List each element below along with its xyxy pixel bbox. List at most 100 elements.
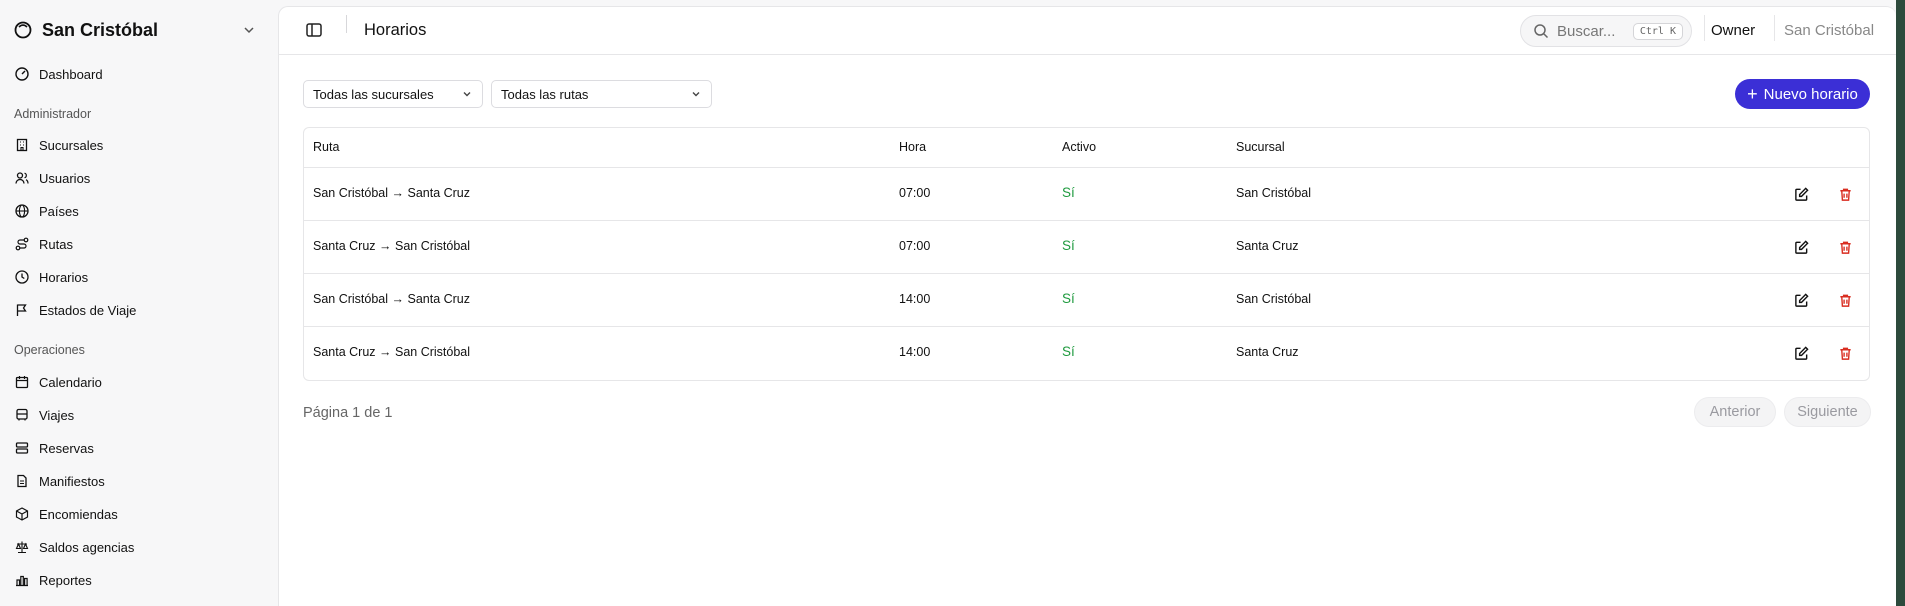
- users-icon: [14, 170, 30, 186]
- edit-icon[interactable]: [1792, 344, 1810, 362]
- sidebar-item-dashboard[interactable]: Dashboard: [14, 62, 264, 86]
- cell-activo: Sí: [1062, 185, 1075, 200]
- previous-page-button[interactable]: Anterior: [1694, 397, 1776, 427]
- sidebar-item-rutas[interactable]: Rutas: [14, 232, 264, 256]
- search-input[interactable]: Buscar... Ctrl K: [1520, 15, 1692, 47]
- bar-chart-icon: [14, 572, 30, 588]
- sidebar-item-paises[interactable]: Países: [14, 199, 264, 223]
- chevron-down-icon: [242, 23, 256, 37]
- top-bar: Horarios Buscar... Ctrl K Owner San Cris…: [279, 7, 1896, 55]
- cell-sucursal: San Cristóbal: [1236, 292, 1312, 306]
- table-header: Ruta Hora Activo Sucursal: [304, 128, 1869, 168]
- sidebar-item-viajes[interactable]: Viajes: [14, 403, 264, 427]
- calendar-icon: [14, 374, 30, 390]
- edit-icon[interactable]: [1792, 238, 1810, 256]
- table-row: San Cristóbal → Santa Cruz 07:00 Sí San …: [304, 168, 1869, 221]
- divider: [1774, 15, 1775, 41]
- cell-ruta: San Cristóbal → Santa Cruz: [313, 292, 471, 306]
- sidebar-item-label: Calendario: [39, 374, 102, 390]
- column-header-hora: Hora: [899, 140, 927, 154]
- sidebar-item-label: Reportes: [39, 572, 92, 588]
- sidebar-item-sucursales[interactable]: Sucursales: [14, 133, 264, 157]
- sidebar-toggle-icon[interactable]: [305, 21, 323, 39]
- sidebar: San Cristóbal Dashboard Administrador Su…: [0, 0, 278, 606]
- package-icon: [14, 506, 30, 522]
- search-placeholder: Buscar...: [1557, 22, 1616, 40]
- sidebar-item-label: Dashboard: [39, 66, 103, 82]
- cell-hora: 14:00: [899, 292, 931, 306]
- route-filter-value: Todas las rutas: [501, 86, 589, 102]
- search-icon: [1533, 23, 1549, 39]
- new-schedule-label: Nuevo horario: [1763, 85, 1858, 103]
- trash-icon[interactable]: [1836, 185, 1854, 203]
- cell-sucursal: San Cristóbal: [1236, 186, 1312, 200]
- section-label-operaciones: Operaciones: [14, 343, 85, 357]
- sidebar-item-label: Encomiendas: [39, 506, 118, 522]
- user-role[interactable]: Owner: [1711, 22, 1755, 39]
- sidebar-item-label: Saldos agencias: [39, 539, 135, 555]
- cell-hora: 14:00: [899, 345, 931, 359]
- sidebar-item-label: Estados de Viaje: [39, 302, 137, 318]
- sidebar-item-estados-de-viaje[interactable]: Estados de Viaje: [14, 298, 264, 322]
- window-edge: [1896, 0, 1905, 606]
- sidebar-item-reportes[interactable]: Reportes: [14, 568, 264, 592]
- column-header-sucursal: Sucursal: [1236, 140, 1285, 154]
- sidebar-item-label: Rutas: [39, 236, 73, 252]
- clock-icon: [14, 269, 30, 285]
- sidebar-item-label: Horarios: [39, 269, 89, 285]
- new-schedule-button[interactable]: + Nuevo horario: [1735, 79, 1870, 109]
- pagination-info: Página 1 de 1: [303, 405, 393, 421]
- table-row: Santa Cruz → San Cristóbal 14:00 Sí Sant…: [304, 327, 1869, 380]
- sidebar-item-encomiendas[interactable]: Encomiendas: [14, 502, 264, 526]
- trash-icon[interactable]: [1836, 291, 1854, 309]
- chevron-down-icon: [461, 88, 473, 100]
- globe-icon: [14, 203, 30, 219]
- divider: [1704, 15, 1705, 41]
- layers-icon: [14, 440, 30, 456]
- cell-sucursal: Santa Cruz: [1236, 239, 1299, 253]
- route-filter-select[interactable]: Todas las rutas: [491, 80, 712, 108]
- cell-hora: 07:00: [899, 239, 931, 253]
- scale-icon: [14, 539, 30, 555]
- search-shortcut: Ctrl K: [1632, 22, 1683, 40]
- chevron-down-icon: [690, 88, 702, 100]
- main-panel: Horarios Buscar... Ctrl K Owner San Cris…: [278, 6, 1896, 606]
- column-header-ruta: Ruta: [313, 140, 340, 154]
- sidebar-item-label: Sucursales: [39, 137, 104, 153]
- cell-ruta: Santa Cruz → San Cristóbal: [313, 239, 471, 253]
- sidebar-item-label: Países: [39, 203, 79, 219]
- file-text-icon: [14, 473, 30, 489]
- sidebar-item-label: Reservas: [39, 440, 94, 456]
- tenant-name[interactable]: San Cristóbal: [1784, 22, 1874, 39]
- gauge-icon: [14, 66, 30, 82]
- sidebar-item-calendario[interactable]: Calendario: [14, 370, 264, 394]
- sidebar-item-reservas[interactable]: Reservas: [14, 436, 264, 460]
- sidebar-item-horarios[interactable]: Horarios: [14, 265, 264, 289]
- flag-icon: [14, 302, 30, 318]
- table-row: San Cristóbal → Santa Cruz 14:00 Sí San …: [304, 274, 1869, 327]
- table-row: Santa Cruz → San Cristóbal 07:00 Sí Sant…: [304, 221, 1869, 274]
- sidebar-item-manifiestos[interactable]: Manifiestos: [14, 469, 264, 493]
- branch-filter-select[interactable]: Todas las sucursales: [303, 80, 483, 108]
- building-icon: [14, 137, 30, 153]
- cell-activo: Sí: [1062, 238, 1075, 253]
- org-switcher[interactable]: San Cristóbal: [14, 16, 256, 44]
- plus-icon: +: [1747, 84, 1758, 104]
- org-name: San Cristóbal: [42, 19, 159, 40]
- cell-hora: 07:00: [899, 186, 931, 200]
- sidebar-item-label: Viajes: [39, 407, 75, 423]
- column-header-activo: Activo: [1062, 140, 1097, 154]
- edit-icon[interactable]: [1792, 185, 1810, 203]
- trash-icon[interactable]: [1836, 238, 1854, 256]
- edit-icon[interactable]: [1792, 291, 1810, 309]
- page-title: Horarios: [364, 21, 427, 39]
- schedules-table: Ruta Hora Activo Sucursal San Cristóbal …: [303, 127, 1870, 381]
- branch-filter-value: Todas las sucursales: [313, 86, 434, 102]
- bus-icon: [14, 407, 30, 423]
- sidebar-item-usuarios[interactable]: Usuarios: [14, 166, 264, 190]
- next-page-button[interactable]: Siguiente: [1784, 397, 1871, 427]
- cell-sucursal: Santa Cruz: [1236, 345, 1299, 359]
- trash-icon[interactable]: [1836, 344, 1854, 362]
- section-label-admin: Administrador: [14, 107, 92, 121]
- sidebar-item-saldos-agencias[interactable]: Saldos agencias: [14, 535, 264, 559]
